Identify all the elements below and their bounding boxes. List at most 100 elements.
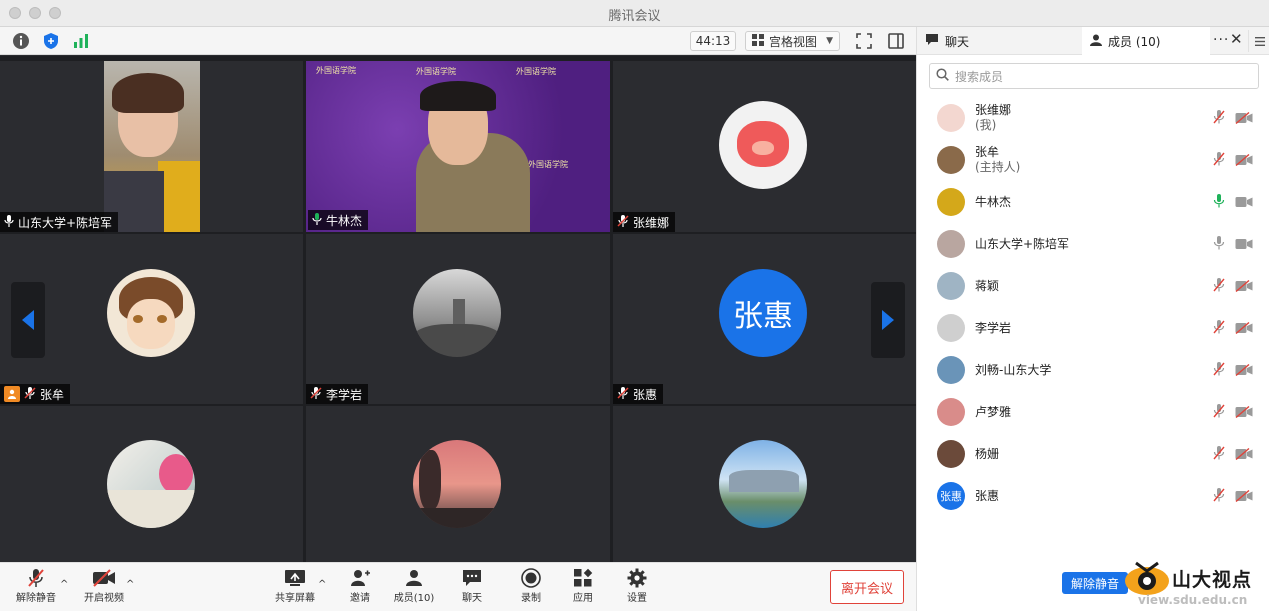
video-tile[interactable]: 张维娜 <box>613 61 916 232</box>
sidebar-icon[interactable] <box>887 32 905 50</box>
video-tile[interactable] <box>0 406 303 562</box>
camera-off-icon[interactable] <box>1235 487 1253 506</box>
chat-icon <box>462 567 482 589</box>
microphone-muted-icon[interactable] <box>1213 487 1225 506</box>
camera-off-icon[interactable] <box>1235 109 1253 128</box>
title-bar: 腾讯会议 <box>0 0 1269 27</box>
close-icon[interactable]: ✕ <box>1230 30 1243 48</box>
settings-button[interactable]: 设置 <box>622 567 652 609</box>
microphone-muted-icon[interactable] <box>1213 319 1225 338</box>
signal-icon[interactable] <box>72 32 90 50</box>
member-name-block: 卢梦雅 <box>975 405 1011 420</box>
host-icon <box>4 386 20 402</box>
top-toolbar: 44:13 宫格视图 ▼ <box>0 27 916 55</box>
share-screen-label: 共享屏幕 <box>275 593 315 604</box>
microphone-muted-icon[interactable] <box>1213 151 1225 170</box>
apps-icon <box>573 567 593 589</box>
microphone-muted-icon <box>617 214 629 230</box>
member-row[interactable]: 杨姗 <box>917 433 1269 475</box>
members-button[interactable]: 成员(10) <box>393 567 435 609</box>
member-name-block: 蒋颖 <box>975 279 999 294</box>
member-name: 刘畅-山东大学 <box>975 362 1052 377</box>
member-row[interactable]: 张牟 (主持人) <box>917 139 1269 181</box>
camera-off-icon[interactable] <box>1235 361 1253 380</box>
video-tile[interactable]: 李学岩 <box>306 234 610 404</box>
apps-button[interactable]: 应用 <box>568 567 598 609</box>
microphone-icon <box>4 214 14 230</box>
background-banner-text: 外国语学院 <box>416 67 456 76</box>
video-tile[interactable]: 张牟 <box>0 234 303 404</box>
participant-avatar-text: 张惠 <box>719 269 807 357</box>
search-members-input[interactable]: 搜索成员 <box>929 63 1259 89</box>
record-button[interactable]: 录制 <box>516 567 546 609</box>
view-mode-dropdown[interactable]: 宫格视图 ▼ <box>745 31 840 51</box>
participant-avatar <box>107 269 195 357</box>
unmute-label: 解除静音 <box>16 593 56 604</box>
share-screen-button[interactable]: 共享屏幕 <box>274 567 316 609</box>
shield-icon[interactable] <box>42 32 60 50</box>
camera-off-icon[interactable] <box>1235 319 1253 338</box>
chevron-left-icon <box>22 310 34 330</box>
panel-tabs: 聊天 成员 (10) ··· ✕ <box>917 27 1269 55</box>
background-banner-text: 外国语学院 <box>528 160 568 169</box>
more-icon[interactable]: ··· <box>1213 32 1229 48</box>
microphone-icon[interactable] <box>1213 193 1225 212</box>
search-placeholder: 搜索成员 <box>955 69 1004 84</box>
member-row[interactable]: 山东大学+陈培军 <box>917 223 1269 265</box>
invite-button[interactable]: 邀请 <box>345 567 375 609</box>
previous-page-button[interactable] <box>11 282 45 358</box>
camera-icon[interactable] <box>1235 193 1253 212</box>
member-name-block: 牛林杰 <box>975 195 1011 210</box>
background-banner-text: 外国语学院 <box>516 67 556 76</box>
participant-nametag: 张牟 <box>0 384 71 404</box>
participant-name: 张维娜 <box>633 215 670 230</box>
chevron-up-icon[interactable]: ^ <box>318 579 326 590</box>
microphone-muted-icon[interactable] <box>1213 361 1225 380</box>
member-avatar <box>937 188 965 216</box>
member-name: 卢梦雅 <box>975 404 1012 419</box>
next-page-button[interactable] <box>871 282 905 358</box>
camera-off-icon[interactable] <box>1235 445 1253 464</box>
video-tile[interactable] <box>306 406 610 562</box>
member-row[interactable]: 卢梦雅 <box>917 391 1269 433</box>
unmute-button[interactable]: 解除静音 <box>14 567 58 609</box>
member-row[interactable]: 张维娜 (我) <box>917 97 1269 139</box>
chevron-up-icon[interactable]: ^ <box>60 579 68 590</box>
chat-button[interactable]: 聊天 <box>457 567 487 609</box>
fullscreen-icon[interactable] <box>855 32 873 50</box>
participant-nametag: 牛林杰 <box>308 210 369 230</box>
member-row[interactable]: 李学岩 <box>917 307 1269 349</box>
member-role: (主持人) <box>975 160 1021 174</box>
camera-off-icon[interactable] <box>1235 403 1253 422</box>
menu-icon[interactable] <box>1248 30 1269 52</box>
member-row[interactable]: 刘畅-山东大学 <box>917 349 1269 391</box>
video-tile-active-speaker[interactable]: 外国语学院 外国语学院 外国语学院 外国语学院 牛林杰 <box>306 61 610 232</box>
start-video-button[interactable]: 开启视频 <box>82 567 126 609</box>
camera-off-icon[interactable] <box>1235 151 1253 170</box>
tab-chat[interactable]: 聊天 <box>917 27 1082 55</box>
microphone-muted-icon[interactable] <box>1213 277 1225 296</box>
microphone-muted-icon[interactable] <box>1213 445 1225 464</box>
microphone-muted-icon <box>310 386 322 402</box>
video-tile[interactable]: 山东大学+陈培军 <box>0 61 303 232</box>
member-row[interactable]: 张惠 张惠 <box>917 475 1269 517</box>
invite-label: 邀请 <box>350 593 370 604</box>
info-icon[interactable] <box>12 32 30 50</box>
member-avatar: 张惠 <box>937 482 965 510</box>
camera-icon[interactable] <box>1235 235 1253 254</box>
watermark-text: 山大视点 <box>1172 569 1253 591</box>
leave-meeting-button[interactable]: 离开会议 <box>830 570 904 604</box>
microphone-muted-icon[interactable] <box>1213 109 1225 128</box>
participant-hair <box>420 81 496 111</box>
member-row[interactable]: 牛林杰 <box>917 181 1269 223</box>
gear-icon <box>627 567 647 589</box>
microphone-icon[interactable] <box>1213 235 1225 254</box>
unmute-all-button[interactable]: 解除静音 <box>1062 572 1128 594</box>
member-row[interactable]: 蒋颖 <box>917 265 1269 307</box>
tab-members[interactable]: 成员 (10) <box>1082 27 1210 55</box>
member-name: 杨姗 <box>975 446 1000 461</box>
video-tile[interactable] <box>613 406 916 562</box>
microphone-muted-icon[interactable] <box>1213 403 1225 422</box>
chevron-up-icon[interactable]: ^ <box>126 579 134 590</box>
camera-off-icon[interactable] <box>1235 277 1253 296</box>
